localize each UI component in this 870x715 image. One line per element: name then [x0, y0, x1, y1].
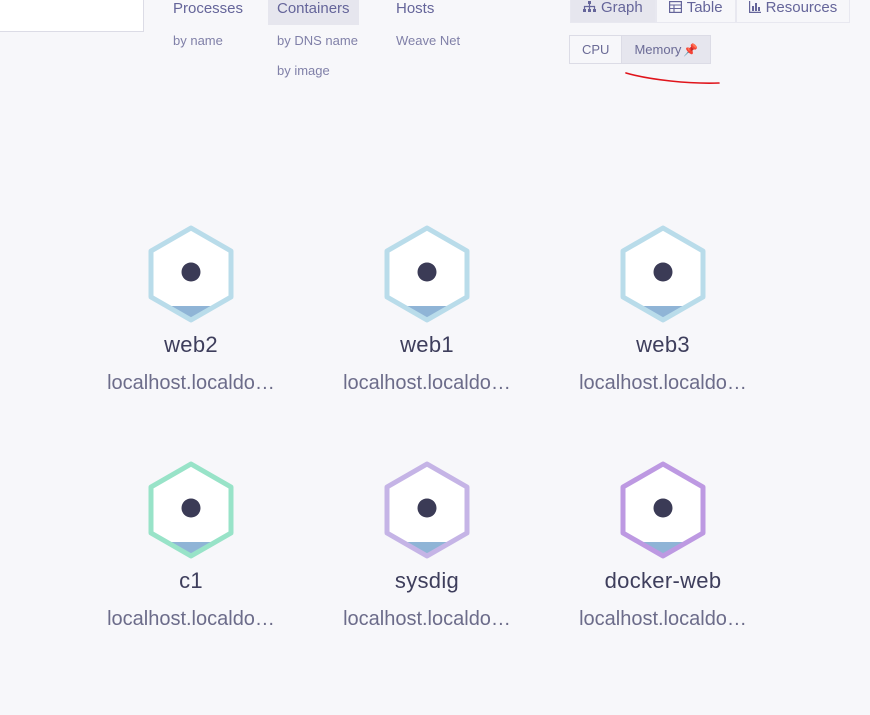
- graph-icon: [583, 1, 596, 12]
- hexagon-shape: [620, 225, 706, 323]
- node-sublabel: localhost.localdo…: [107, 372, 275, 394]
- container-node-sysdig[interactable]: sysdig localhost.localdo…: [317, 458, 537, 631]
- resources-view-label: Resources: [765, 0, 838, 16]
- container-node-c1[interactable]: c1 localhost.localdo…: [81, 458, 301, 631]
- topology-containers-button[interactable]: Containers: [268, 0, 359, 25]
- graph-view-label: Graph: [601, 0, 643, 16]
- container-node-web2[interactable]: web2 localhost.localdo…: [81, 222, 301, 395]
- topology-hosts: Hosts Weave Net: [387, 0, 460, 48]
- pin-icon: 📌: [683, 43, 699, 57]
- table-view-label: Table: [686, 0, 723, 16]
- node-sublabel: localhost.localdo…: [343, 372, 511, 394]
- view-mode-group: Graph Table Resources: [570, 0, 851, 23]
- node-label: web2: [164, 332, 218, 357]
- node-sublabel: localhost.localdo…: [579, 608, 747, 630]
- container-node-web3[interactable]: web3 localhost.localdo…: [553, 222, 773, 395]
- annotation-underline: [625, 72, 720, 84]
- node-label: web3: [636, 332, 690, 357]
- topology-processes-button[interactable]: Processes: [164, 0, 252, 25]
- container-node-web1[interactable]: web1 localhost.localdo…: [317, 222, 537, 395]
- topology-processes: Processes by name: [164, 0, 252, 48]
- bar-chart-icon: [748, 1, 761, 13]
- container-node-docker-web[interactable]: docker-web localhost.localdo…: [553, 458, 773, 631]
- node-sublabel: localhost.localdo…: [107, 608, 275, 630]
- resources-view-button[interactable]: Resources: [735, 0, 851, 23]
- metric-cpu-button[interactable]: CPU: [570, 36, 621, 63]
- topology-hosts-button[interactable]: Hosts: [387, 0, 460, 25]
- node-label: sysdig: [394, 568, 460, 593]
- topology-hosts-weave-net[interactable]: Weave Net: [387, 33, 460, 48]
- metric-selector: CPU Memory 📌: [569, 35, 712, 64]
- search-box[interactable]: [0, 0, 144, 32]
- topology-containers: Containers by DNS name by image: [268, 0, 359, 78]
- topology-processes-by-name[interactable]: by name: [164, 33, 252, 48]
- node-label: web1: [400, 332, 454, 357]
- hexagon-shape: [148, 225, 234, 323]
- table-view-button[interactable]: Table: [655, 0, 736, 23]
- node-sublabel: localhost.localdo…: [579, 372, 747, 394]
- hexagon-shape: [620, 461, 706, 559]
- metric-memory-button[interactable]: Memory 📌: [621, 36, 711, 63]
- topology-containers-by-dns-name[interactable]: by DNS name: [268, 33, 359, 48]
- table-icon: [668, 1, 682, 13]
- node-label: docker-web: [604, 568, 722, 593]
- graph-view-button[interactable]: Graph: [570, 0, 656, 23]
- hexagon-shape: [384, 225, 470, 323]
- node-sublabel: localhost.localdo…: [343, 608, 511, 630]
- topology-containers-by-image[interactable]: by image: [268, 63, 359, 78]
- metric-cpu-label: CPU: [582, 42, 610, 57]
- hexagon-shape: [384, 461, 470, 559]
- hexagon-shape: [148, 461, 234, 559]
- metric-memory-label: Memory: [634, 42, 682, 57]
- node-label: c1: [179, 568, 203, 593]
